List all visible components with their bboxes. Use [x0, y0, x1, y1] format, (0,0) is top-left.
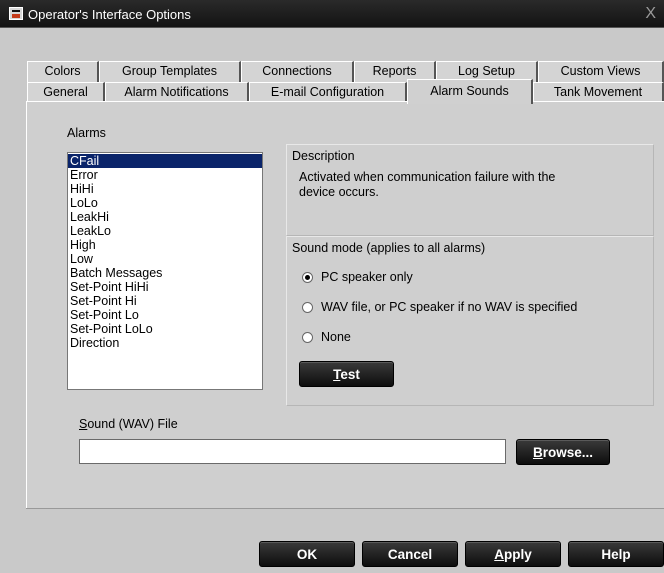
radio-none-label[interactable]: None [321, 330, 351, 344]
list-item[interactable]: Direction [68, 336, 262, 350]
title-bar: Operator's Interface Options X [0, 0, 664, 28]
test-button[interactable]: Test [299, 361, 394, 387]
test-rest: est [340, 367, 360, 382]
tab-custom-views[interactable]: Custom Views [538, 61, 664, 82]
browse-rest: rowse... [542, 445, 594, 460]
list-item[interactable]: LoLo [68, 196, 262, 210]
tab-email-configuration[interactable]: E-mail Configuration [249, 82, 407, 103]
alarms-label: Alarms [67, 126, 106, 140]
ok-button[interactable]: OK [259, 541, 355, 567]
list-item[interactable]: LeakHi [68, 210, 262, 224]
window-title: Operator's Interface Options [28, 7, 191, 22]
list-item[interactable]: High [68, 238, 262, 252]
description-line-2: device occurs. [299, 185, 379, 199]
sound-mode-label: Sound mode (applies to all alarms) [292, 241, 486, 255]
cancel-button[interactable]: Cancel [362, 541, 458, 567]
browse-accel: B [532, 445, 543, 460]
apply-button[interactable]: Apply [465, 541, 561, 567]
list-item[interactable]: HiHi [68, 182, 262, 196]
app-icon [9, 7, 23, 20]
wav-file-label: Sound (WAV) File [79, 417, 178, 431]
apply-accel: A [494, 547, 504, 562]
tab-connections[interactable]: Connections [241, 61, 354, 82]
description-line-1: Activated when communication failure wit… [299, 170, 556, 184]
list-item[interactable]: LeakLo [68, 224, 262, 238]
list-item[interactable]: Error [68, 168, 262, 182]
tab-alarm-notifications[interactable]: Alarm Notifications [105, 82, 249, 103]
tab-tank-movement[interactable]: Tank Movement [533, 82, 664, 103]
list-item[interactable]: Set-Point Hi [68, 294, 262, 308]
help-button[interactable]: Help [568, 541, 664, 567]
list-item[interactable]: Batch Messages [68, 266, 262, 280]
list-item[interactable]: Set-Point LoLo [68, 322, 262, 336]
alarms-list[interactable]: CFail Error HiHi LoLo LeakHi LeakLo High… [67, 152, 263, 390]
radio-none[interactable] [302, 332, 313, 343]
list-item[interactable]: CFail [68, 154, 262, 168]
list-item[interactable]: Set-Point HiHi [68, 280, 262, 294]
radio-pc-speaker[interactable] [302, 272, 313, 283]
list-item[interactable]: Set-Point Lo [68, 308, 262, 322]
tab-alarm-sounds[interactable]: Alarm Sounds [407, 79, 533, 104]
browse-button[interactable]: Browse... [516, 439, 610, 465]
tab-general[interactable]: General [27, 82, 105, 103]
apply-rest: pply [503, 547, 532, 562]
divider [26, 508, 664, 509]
radio-pc-speaker-label[interactable]: PC speaker only [321, 270, 413, 284]
tab-colors[interactable]: Colors [27, 61, 99, 82]
radio-wav-file[interactable] [302, 302, 313, 313]
close-icon[interactable]: X [645, 5, 656, 23]
wav-file-input[interactable] [79, 439, 506, 464]
description-label: Description [292, 149, 355, 163]
tab-group-templates[interactable]: Group Templates [99, 61, 241, 82]
list-item[interactable]: Low [68, 252, 262, 266]
radio-wav-file-label[interactable]: WAV file, or PC speaker if no WAV is spe… [321, 300, 577, 314]
wav-file-rest: ound (WAV) File [87, 417, 178, 431]
